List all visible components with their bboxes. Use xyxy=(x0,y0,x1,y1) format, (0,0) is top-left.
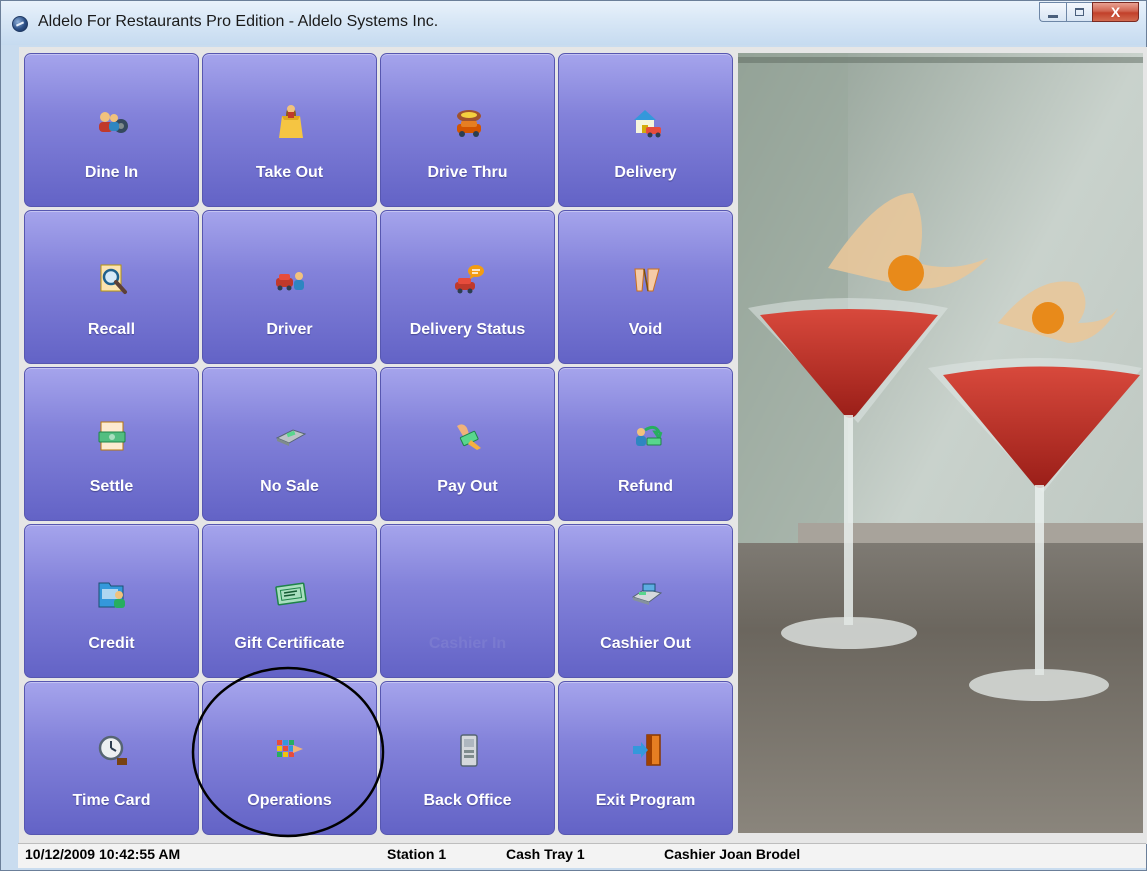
tile-label: Delivery Status xyxy=(409,321,526,338)
close-icon: X xyxy=(1110,4,1121,20)
no-sale-button[interactable]: No Sale xyxy=(202,367,377,521)
window-controls: X xyxy=(1039,2,1139,24)
annotation-circle xyxy=(191,666,385,838)
maximize-icon xyxy=(1075,8,1084,16)
minimize-button[interactable] xyxy=(1039,2,1066,22)
back-office-button[interactable]: Back Office xyxy=(380,681,555,835)
close-button[interactable]: X xyxy=(1092,2,1139,22)
status-cashier: Cashier Joan Brodel xyxy=(664,846,801,862)
cocktail-photo xyxy=(738,53,1143,833)
gift-certificate-button[interactable]: Gift Certificate xyxy=(202,524,377,678)
recall-button[interactable]: Recall xyxy=(24,210,199,364)
back-office-server-icon xyxy=(460,734,478,767)
tile-label: Credit xyxy=(88,635,135,652)
no-sale-drawer-icon xyxy=(275,429,307,446)
cashier-out-register-icon xyxy=(631,583,663,605)
tile-label: Void xyxy=(628,321,663,338)
tile-label: Cashier In xyxy=(428,635,507,652)
status-station: Station 1 xyxy=(387,846,447,862)
cashier-out-button[interactable]: Cashier Out xyxy=(558,524,733,678)
refund-button[interactable]: Refund xyxy=(558,367,733,521)
tile-label: Delivery xyxy=(614,164,677,181)
delivery-house-car-icon xyxy=(634,110,661,138)
credit-folder-icon xyxy=(98,582,125,608)
exit-door-icon xyxy=(633,734,661,766)
void-icon xyxy=(634,268,660,292)
delivery-button[interactable]: Delivery xyxy=(558,53,733,207)
recall-magnifier-icon xyxy=(100,264,127,294)
tile-label: Settle xyxy=(89,478,134,495)
status-datetime: 10/12/2009 10:42:55 AM xyxy=(25,846,181,862)
gift-certificate-icon xyxy=(275,582,307,606)
delivery-status-icon xyxy=(455,265,484,294)
time-card-clock-icon xyxy=(98,735,127,765)
tile-label: Refund xyxy=(617,478,674,495)
refund-icon xyxy=(636,425,663,446)
tile-label: Cashier Out xyxy=(600,635,691,652)
title-bar[interactable]: Aldelo For Restaurants Pro Edition - Ald… xyxy=(1,1,1146,45)
settle-cash-icon xyxy=(98,421,126,451)
minimize-icon xyxy=(1048,14,1058,18)
settle-button[interactable]: Settle xyxy=(24,367,199,521)
take-out-bag-icon xyxy=(279,105,303,138)
exit-program-button[interactable]: Exit Program xyxy=(558,681,733,835)
credit-button[interactable]: Credit xyxy=(24,524,199,678)
tile-label: Recall xyxy=(87,321,136,338)
status-bar: 10/12/2009 10:42:55 AM Station 1 Cash Tr… xyxy=(18,843,1146,868)
delivery-status-button[interactable]: Delivery Status xyxy=(380,210,555,364)
dine-in-icon xyxy=(99,112,128,133)
tile-label: Exit Program xyxy=(595,792,696,809)
dine-in-button[interactable]: Dine In xyxy=(24,53,199,207)
tile-label: Driver xyxy=(266,321,313,338)
tile-label: Time Card xyxy=(72,792,151,809)
tile-label: Take Out xyxy=(255,164,324,181)
maximize-button[interactable] xyxy=(1066,2,1092,22)
pay-out-hand-icon xyxy=(457,424,481,450)
driver-icon xyxy=(276,272,304,291)
cashier-in-button: Cashier In xyxy=(380,524,555,678)
tile-label: Back Office xyxy=(423,792,512,809)
tile-label: No Sale xyxy=(260,478,319,495)
tile-label: Pay Out xyxy=(437,478,498,495)
driver-button[interactable]: Driver xyxy=(202,210,377,364)
drive-thru-car-icon xyxy=(457,110,481,137)
tile-label: Drive Thru xyxy=(427,164,508,181)
time-card-button[interactable]: Time Card xyxy=(24,681,199,835)
void-button[interactable]: Void xyxy=(558,210,733,364)
tile-label: Dine In xyxy=(84,164,139,181)
window-title: Aldelo For Restaurants Pro Edition - Ald… xyxy=(38,13,439,30)
take-out-button[interactable]: Take Out xyxy=(202,53,377,207)
tile-label: Gift Certificate xyxy=(234,635,345,652)
aldelo-app-icon[interactable] xyxy=(12,16,28,32)
pay-out-button[interactable]: Pay Out xyxy=(380,367,555,521)
status-cash-tray: Cash Tray 1 xyxy=(506,846,585,862)
drive-thru-button[interactable]: Drive Thru xyxy=(380,53,555,207)
